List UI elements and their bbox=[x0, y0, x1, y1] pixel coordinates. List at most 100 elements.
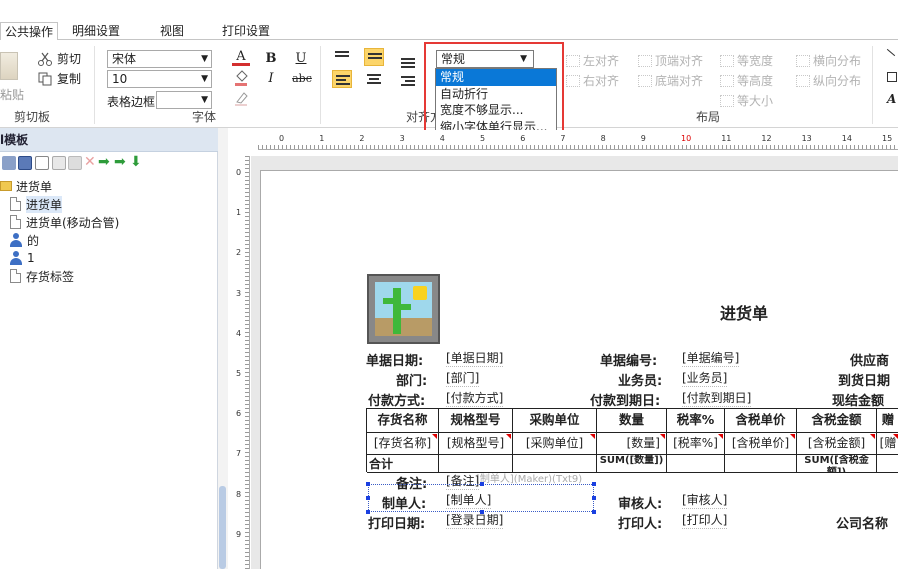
wrap-option-normal[interactable]: 常规 bbox=[436, 69, 556, 86]
table-footer-cell[interactable]: SUM([含税金额]) bbox=[797, 455, 877, 473]
table-border-select[interactable]: ▼ bbox=[156, 91, 212, 109]
table-footer-cell[interactable] bbox=[877, 455, 898, 473]
table-data-cell[interactable]: [存货名称] bbox=[367, 433, 439, 455]
font-name-select[interactable]: 宋体 ▼ bbox=[107, 50, 212, 68]
clear-format-button[interactable] bbox=[232, 90, 250, 108]
distribute-horizontal-button[interactable]: 横向分布 bbox=[796, 52, 861, 69]
strikethrough-button[interactable]: abc bbox=[290, 70, 314, 88]
table-footer-cell[interactable] bbox=[667, 455, 725, 473]
save-icon[interactable] bbox=[2, 156, 16, 170]
table-footer-cell[interactable]: SUM([数量]) bbox=[597, 455, 667, 473]
label-print-date[interactable]: 打印日期: bbox=[368, 513, 425, 532]
arrow-right-icon[interactable]: ➡ bbox=[114, 155, 128, 170]
field-department[interactable]: [部门] bbox=[446, 369, 480, 387]
label-maker[interactable]: 制单人: bbox=[382, 493, 426, 512]
align-right-button[interactable] bbox=[398, 72, 418, 90]
tree-item[interactable]: 存货标签 bbox=[10, 267, 74, 285]
same-width-button[interactable]: 等宽度 bbox=[720, 52, 773, 69]
splitter-grip[interactable] bbox=[219, 486, 226, 569]
layout-align-right-button[interactable]: 右对齐 bbox=[566, 72, 619, 89]
tree-item-selected[interactable]: 进货单 bbox=[10, 195, 63, 213]
resize-handle[interactable] bbox=[592, 510, 596, 514]
close-icon[interactable]: ✕ bbox=[84, 155, 98, 170]
copy-button[interactable]: 复制 bbox=[38, 70, 81, 87]
resize-handle[interactable] bbox=[480, 482, 484, 486]
table-footer-cell[interactable]: 合计 bbox=[367, 455, 439, 473]
align-top-button[interactable] bbox=[332, 48, 352, 66]
tree-item[interactable]: 进货单(移动合管) bbox=[10, 213, 119, 231]
report-title[interactable]: 进货单 bbox=[720, 300, 768, 324]
tree-item[interactable]: 的 bbox=[10, 231, 39, 249]
italic-button[interactable]: I bbox=[262, 70, 280, 88]
align-bottom-button[interactable] bbox=[398, 54, 418, 72]
resize-handle[interactable] bbox=[366, 496, 370, 500]
text-tool-icon[interactable]: A bbox=[887, 92, 896, 106]
table-header-cell[interactable]: 含税单价 bbox=[725, 409, 797, 433]
field-payment-due[interactable]: [付款到期日] bbox=[682, 389, 752, 407]
underline-button[interactable]: U bbox=[292, 50, 310, 68]
text-wrap-select[interactable]: 常规 ▼ bbox=[436, 50, 534, 68]
table-data-cell[interactable]: [数量] bbox=[597, 433, 667, 455]
table-data-cell[interactable]: [含税金额] bbox=[797, 433, 877, 455]
paste-button[interactable]: 粘贴 bbox=[0, 86, 24, 103]
save-as-icon[interactable] bbox=[18, 156, 32, 170]
table-header-cell[interactable]: 含税金额 bbox=[797, 409, 877, 433]
layout-align-bottom-button[interactable]: 底端对齐 bbox=[638, 72, 703, 89]
field-doc-date[interactable]: [单据日期] bbox=[446, 349, 504, 367]
label-doc-date[interactable]: 单据日期: bbox=[366, 350, 423, 369]
table-header-cell[interactable]: 规格型号 bbox=[439, 409, 513, 433]
table-header-cell[interactable]: 税率% bbox=[667, 409, 725, 433]
align-center-button[interactable] bbox=[364, 70, 384, 88]
table-header-cell[interactable]: 赠 bbox=[877, 409, 898, 433]
rectangle-tool-icon[interactable] bbox=[887, 72, 897, 82]
label-payment-method[interactable]: 付款方式: bbox=[368, 390, 425, 409]
new-template-icon[interactable] bbox=[35, 156, 49, 170]
resize-handle[interactable] bbox=[592, 496, 596, 500]
label-cash-amount[interactable]: 现结金额 bbox=[832, 390, 884, 409]
table-header-cell[interactable]: 存货名称 bbox=[367, 409, 439, 433]
tab-common[interactable]: 公共操作 bbox=[0, 22, 58, 40]
label-arrival-date[interactable]: 到货日期 bbox=[838, 370, 890, 389]
field-payment-method[interactable]: [付款方式] bbox=[446, 389, 504, 407]
detail-table[interactable]: 存货名称 规格型号 采购单位 数量 税率% 含税单价 含税金额 赠 [存货名称]… bbox=[366, 408, 898, 473]
table-footer-cell[interactable] bbox=[725, 455, 797, 473]
table-data-cell[interactable]: [赠 bbox=[877, 433, 898, 455]
wrap-option-width-insufficient[interactable]: 宽度不够显示... bbox=[436, 102, 556, 119]
table-data-cell[interactable]: [税率%] bbox=[667, 433, 725, 455]
wrap-option-auto-wrap[interactable]: 自动折行 bbox=[436, 86, 556, 103]
layout-align-top-button[interactable]: 顶端对齐 bbox=[638, 52, 703, 69]
tab-print-settings[interactable]: 打印设置 bbox=[222, 22, 270, 40]
field-salesperson[interactable]: [业务员] bbox=[682, 369, 728, 387]
align-middle-button[interactable] bbox=[364, 48, 384, 66]
tab-view[interactable]: 视图 bbox=[160, 22, 184, 40]
same-size-button[interactable]: 等大小 bbox=[720, 92, 773, 109]
tab-detail-settings[interactable]: 明细设置 bbox=[72, 22, 120, 40]
cut-button[interactable]: 剪切 bbox=[38, 50, 81, 67]
resize-handle[interactable] bbox=[366, 482, 370, 486]
arrow-right-icon[interactable]: ➡ bbox=[98, 155, 112, 170]
paste-icon[interactable] bbox=[0, 52, 18, 80]
field-reviewer[interactable]: [审核人] bbox=[682, 491, 728, 509]
label-supplier[interactable]: 供应商 bbox=[850, 350, 889, 369]
edit-icon[interactable] bbox=[68, 156, 82, 170]
label-payment-due[interactable]: 付款到期日: bbox=[590, 390, 660, 409]
resize-handle[interactable] bbox=[592, 482, 596, 486]
table-data-cell[interactable]: [含税单价] bbox=[725, 433, 797, 455]
label-printer[interactable]: 打印人: bbox=[618, 513, 662, 532]
bold-button[interactable]: B bbox=[262, 50, 280, 68]
same-height-button[interactable]: 等高度 bbox=[720, 72, 773, 89]
table-data-cell[interactable]: [规格型号] bbox=[439, 433, 513, 455]
font-size-select[interactable]: 10 ▼ bbox=[107, 70, 212, 88]
label-reviewer[interactable]: 审核人: bbox=[618, 493, 662, 512]
font-color-button[interactable]: A bbox=[232, 50, 250, 66]
field-printer[interactable]: [打印人] bbox=[682, 511, 728, 529]
field-doc-number[interactable]: [单据编号] bbox=[682, 349, 740, 367]
arrow-down-icon[interactable]: ⬇ bbox=[130, 155, 144, 170]
fill-color-button[interactable] bbox=[232, 70, 250, 88]
table-header-cell[interactable]: 数量 bbox=[597, 409, 667, 433]
layout-align-left-button[interactable]: 左对齐 bbox=[566, 52, 619, 69]
label-doc-number[interactable]: 单据编号: bbox=[600, 350, 657, 369]
field-print-date[interactable]: [登录日期] bbox=[446, 511, 504, 529]
table-header-cell[interactable]: 采购单位 bbox=[513, 409, 597, 433]
align-left-button[interactable] bbox=[332, 70, 352, 88]
